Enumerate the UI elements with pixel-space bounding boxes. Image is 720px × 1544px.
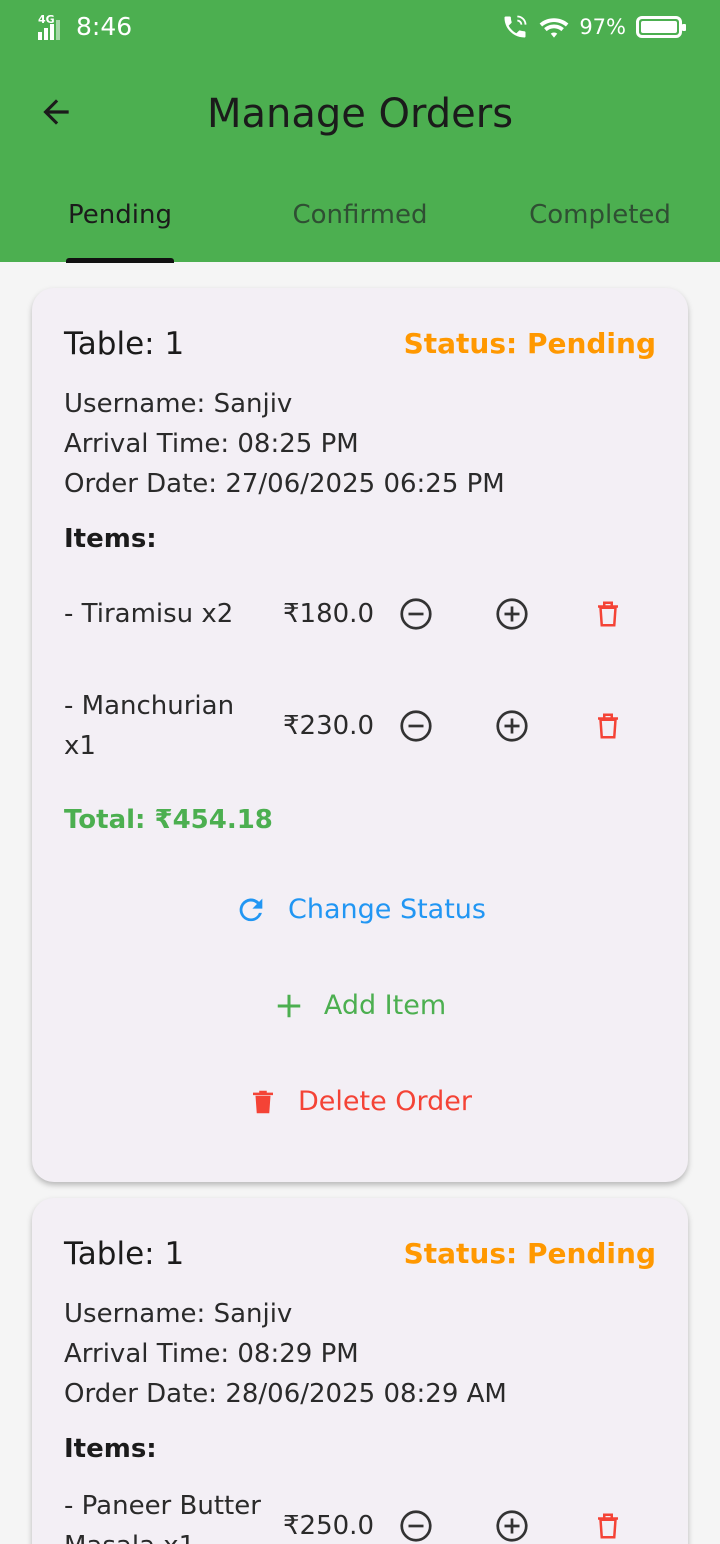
items-label: Items: — [64, 524, 157, 554]
order-card: Table: 1 Status: Pending Username: Sanji… — [32, 1198, 688, 1544]
add-circle-icon — [496, 710, 528, 742]
trash-icon — [598, 601, 618, 627]
username: Username: Sanjiv — [64, 389, 293, 419]
tab-indicator — [66, 258, 174, 263]
increase-button[interactable] — [492, 594, 532, 634]
remove-circle-icon — [400, 710, 432, 742]
clock: 8:46 — [76, 12, 133, 41]
item-name: - Manchurian x1 — [64, 691, 235, 761]
item-name: - Paneer Butter Masala x1 — [64, 1491, 261, 1544]
trash-icon — [252, 1090, 273, 1114]
trash-icon — [598, 713, 618, 739]
order-total: Total: ₹454.18 — [64, 805, 273, 835]
item-price: ₹180.0 — [283, 599, 374, 629]
delete-order-button[interactable]: Delete Order — [32, 1072, 688, 1132]
status-badge: Status: Pending — [403, 327, 656, 360]
tab-confirmed[interactable]: Confirmed — [240, 190, 480, 262]
username: Username: Sanjiv — [64, 1299, 293, 1329]
item-price: ₹230.0 — [283, 711, 374, 741]
tab-pending[interactable]: Pending — [0, 190, 240, 262]
remove-circle-icon — [400, 1510, 432, 1542]
increase-button[interactable] — [492, 706, 532, 746]
signal-icon: 4G — [38, 14, 66, 40]
delete-item-button[interactable] — [588, 594, 628, 634]
decrease-button[interactable] — [396, 1506, 436, 1544]
battery-percent: 97% — [579, 15, 626, 39]
page-title: Manage Orders — [206, 91, 514, 137]
refresh-icon — [239, 898, 263, 922]
order-date: Order Date: 28/06/2025 08:29 AM — [64, 1379, 507, 1409]
app-bar: 4G 8:46 97% Manage Orders Pending Confir… — [0, 0, 720, 262]
order-date: Order Date: 27/06/2025 06:25 PM — [64, 469, 505, 499]
remove-circle-icon — [400, 598, 432, 630]
arrival-time: Arrival Time: 08:29 PM — [64, 1339, 359, 1369]
status-bar: 4G 8:46 97% — [0, 0, 720, 58]
decrease-button[interactable] — [396, 594, 436, 634]
item-price: ₹250.0 — [283, 1511, 374, 1541]
item-row: - Paneer Butter Masala x1 ₹250.0 — [32, 1486, 688, 1544]
items-label: Items: — [64, 1434, 157, 1464]
plus-icon — [277, 994, 301, 1018]
add-item-button[interactable]: Add Item — [32, 976, 688, 1036]
table-number: Table: 1 — [64, 326, 185, 362]
decrease-button[interactable] — [396, 706, 436, 746]
increase-button[interactable] — [492, 1506, 532, 1544]
battery-icon — [636, 16, 686, 38]
status-badge: Status: Pending — [403, 1237, 656, 1270]
item-row: - Tiramisu x2 ₹180.0 — [32, 568, 688, 658]
change-status-button[interactable]: Change Status — [32, 880, 688, 940]
tab-bar: Pending Confirmed Completed — [0, 190, 720, 262]
item-name: - Tiramisu x2 — [64, 599, 234, 629]
order-card: Table: 1 Status: Pending Username: Sanji… — [32, 288, 688, 1182]
call-wifi-icon — [504, 15, 527, 38]
trash-icon — [598, 1513, 618, 1539]
table-number: Table: 1 — [64, 1236, 185, 1272]
add-circle-icon — [496, 598, 528, 630]
delete-item-button[interactable] — [588, 1506, 628, 1544]
tab-completed[interactable]: Completed — [480, 190, 720, 262]
add-circle-icon — [496, 1510, 528, 1542]
wifi-icon — [539, 18, 569, 38]
item-row: - Manchurian x1 ₹230.0 — [32, 668, 688, 761]
delete-item-button[interactable] — [588, 706, 628, 746]
arrival-time: Arrival Time: 08:25 PM — [64, 429, 359, 459]
